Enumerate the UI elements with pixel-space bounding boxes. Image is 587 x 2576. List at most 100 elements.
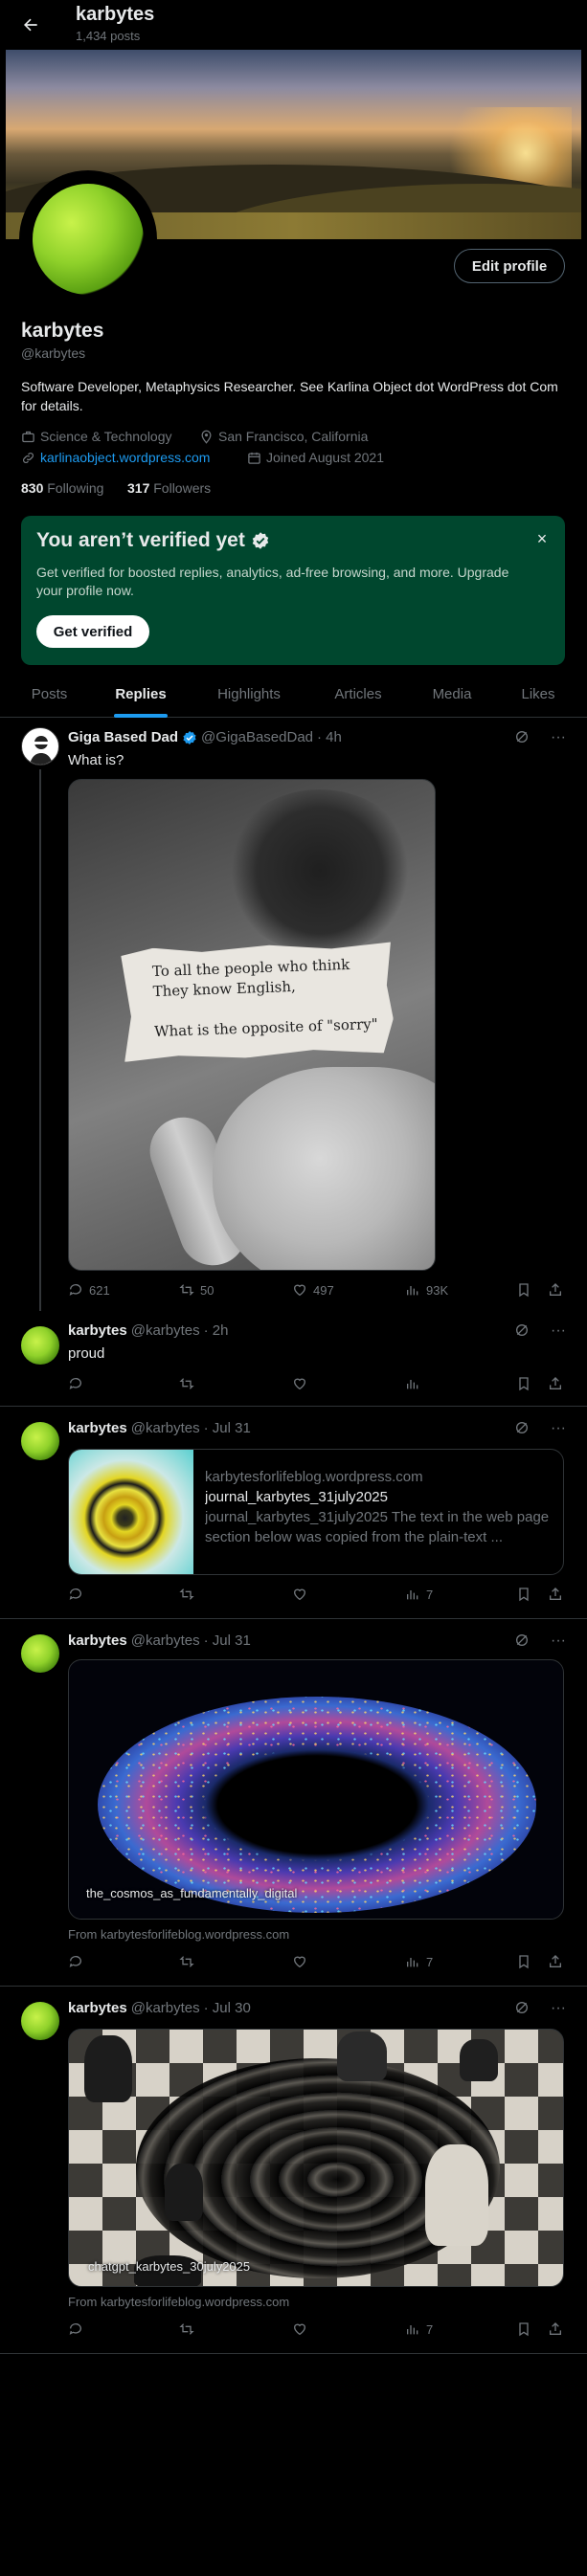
chess-piece (84, 2035, 132, 2102)
repost-button[interactable] (179, 1587, 194, 1602)
more-icon[interactable]: ··· (551, 1420, 566, 1437)
reply-button[interactable] (68, 1587, 83, 1602)
bookmark-icon[interactable] (516, 2321, 531, 2337)
like-button[interactable] (292, 1954, 307, 1969)
author-handle[interactable]: @karbytes (131, 1322, 200, 1339)
followers-link[interactable]: 317 Followers (127, 480, 211, 496)
views-button[interactable]: 7 (405, 2321, 433, 2337)
share-icon[interactable] (548, 2321, 563, 2337)
author-handle[interactable]: @karbytes (131, 1632, 200, 1649)
website-link[interactable]: karlinaobject.wordpress.com (40, 450, 210, 465)
profile-website[interactable]: karlinaobject.wordpress.com (21, 450, 210, 465)
grok-icon[interactable] (514, 1632, 530, 1650)
more-icon[interactable]: ··· (551, 1632, 566, 1650)
avatar[interactable] (21, 1634, 59, 1673)
close-icon[interactable]: × (532, 529, 552, 548)
view-count: 7 (426, 1587, 434, 1602)
tab-posts[interactable]: Posts (0, 670, 99, 718)
avatar[interactable] (21, 1326, 59, 1365)
views-button[interactable]: 7 (405, 1587, 433, 1602)
post-karbytes-chess[interactable]: karbytes @karbytes · Jul 30 ··· chatgpt_… (0, 1987, 587, 2354)
get-verified-button[interactable]: Get verified (36, 615, 149, 648)
post-image[interactable]: the_cosmos_as_fundamentally_digital (68, 1659, 564, 1920)
share-icon[interactable] (548, 1954, 563, 1969)
post-text: proud (68, 1345, 105, 1362)
author-handle[interactable]: @karbytes (131, 1420, 200, 1436)
post-time[interactable]: · 4h (317, 729, 342, 745)
author-name[interactable]: karbytes (68, 2000, 127, 2016)
post-karbytes-reply[interactable]: karbytes @karbytes · 2h ··· proud (0, 1313, 587, 1407)
grok-icon[interactable] (514, 2000, 530, 2017)
reply-button[interactable] (68, 1954, 83, 1969)
post-actions: 7 (68, 1587, 566, 1608)
tab-articles[interactable]: Articles (308, 670, 408, 718)
tab-highlights[interactable]: Highlights (199, 670, 299, 718)
source-attribution[interactable]: From karbytesforlifeblog.wordpress.com (68, 2295, 289, 2309)
bookmark-icon[interactable] (516, 1954, 531, 1969)
repost-button[interactable] (179, 1376, 194, 1391)
tab-likes[interactable]: Likes (490, 670, 586, 718)
repost-button[interactable] (179, 2321, 194, 2337)
location-pin-icon (199, 430, 214, 444)
tab-replies[interactable]: Replies (91, 670, 191, 718)
share-icon[interactable] (548, 1376, 563, 1391)
verify-prompt-card: You aren’t verified yet Get verified for… (21, 516, 565, 665)
bookmark-icon[interactable] (516, 1376, 531, 1391)
post-time[interactable]: · Jul 31 (204, 1632, 251, 1649)
views-button[interactable]: 93K (405, 1282, 448, 1298)
grok-icon[interactable] (514, 729, 530, 746)
reply-button[interactable] (68, 2321, 83, 2337)
verified-badge-icon (182, 730, 197, 745)
author-name[interactable]: Giga Based Dad (68, 729, 178, 745)
tab-label: Posts (31, 685, 68, 702)
edit-profile-button[interactable]: Edit profile (454, 249, 565, 283)
reply-button[interactable]: 621 (68, 1282, 110, 1298)
post-image[interactable]: chatgpt_karbytes_30july2025 (68, 2029, 564, 2287)
back-arrow-icon[interactable] (17, 11, 44, 38)
like-button[interactable] (292, 2321, 307, 2337)
post-karbytes-link-card[interactable]: karbytes @karbytes · Jul 31 ··· karbytes… (0, 1407, 587, 1619)
bookmark-icon[interactable] (516, 1587, 531, 1602)
author-handle[interactable]: @GigaBasedDad (201, 729, 313, 745)
post-top-actions: ··· (514, 729, 566, 746)
tab-media[interactable]: Media (402, 670, 502, 718)
link-preview-card[interactable]: karbytesforlifeblog.wordpress.com journa… (68, 1449, 564, 1575)
like-button[interactable]: 497 (292, 1282, 334, 1298)
repost-button[interactable]: 50 (179, 1282, 214, 1298)
avatar[interactable] (21, 2002, 59, 2040)
views-button[interactable] (405, 1376, 420, 1391)
post-actions: 7 (68, 2321, 566, 2343)
post-image[interactable]: To all the people who think They know En… (68, 779, 436, 1271)
verify-title-text: You aren’t verified yet (36, 529, 245, 551)
post-top-actions: ··· (514, 2000, 566, 2017)
following-link[interactable]: 830 Following (21, 480, 103, 496)
post-karbytes-torus[interactable]: karbytes @karbytes · Jul 31 ··· the_cosm… (0, 1619, 587, 1987)
post-actions (68, 1376, 566, 1397)
post-time[interactable]: · Jul 30 (204, 2000, 251, 2016)
grok-icon[interactable] (514, 1322, 530, 1340)
like-button[interactable] (292, 1587, 307, 1602)
more-icon[interactable]: ··· (551, 729, 566, 746)
author-handle[interactable]: @karbytes (131, 2000, 200, 2016)
share-icon[interactable] (548, 1587, 563, 1602)
reply-button[interactable] (68, 1376, 89, 1391)
more-icon[interactable]: ··· (551, 2000, 566, 2017)
profile-avatar[interactable] (19, 170, 157, 308)
share-icon[interactable] (548, 1282, 563, 1298)
grok-icon[interactable] (514, 1420, 530, 1437)
author-name[interactable]: karbytes (68, 1322, 127, 1339)
chess-piece (337, 2032, 387, 2081)
bookmark-icon[interactable] (516, 1282, 531, 1298)
avatar[interactable] (21, 727, 59, 766)
views-button[interactable]: 7 (405, 1954, 433, 1969)
more-icon[interactable]: ··· (551, 1322, 566, 1340)
like-button[interactable] (292, 1376, 307, 1391)
repost-button[interactable] (179, 1954, 194, 1969)
author-name[interactable]: karbytes (68, 1420, 127, 1436)
post-time[interactable]: · Jul 31 (204, 1420, 251, 1436)
avatar[interactable] (21, 1422, 59, 1460)
tab-label: Replies (115, 685, 167, 702)
author-name[interactable]: karbytes (68, 1632, 127, 1649)
post-time[interactable]: · 2h (204, 1322, 229, 1339)
source-attribution[interactable]: From karbytesforlifeblog.wordpress.com (68, 1927, 289, 1942)
